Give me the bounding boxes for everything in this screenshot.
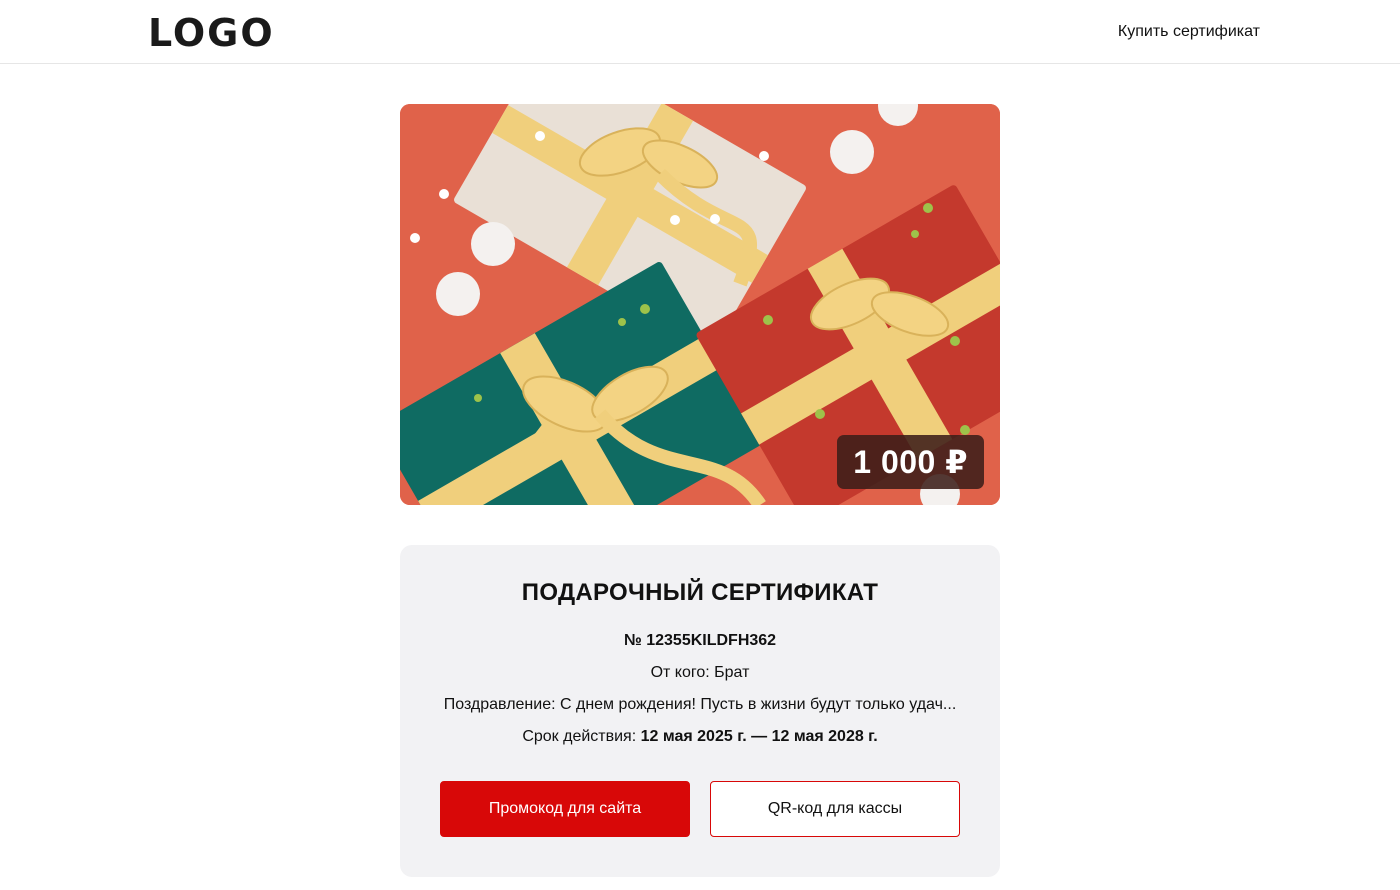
certificate-card: ПОДАРОЧНЫЙ СЕРТИФИКАТ № 12355KILDFH362 О… — [400, 545, 1000, 877]
promo-code-button[interactable]: Промокод для сайта — [440, 781, 690, 837]
certificate-title: ПОДАРОЧНЫЙ СЕРТИФИКАТ — [521, 579, 879, 606]
logo[interactable]: LOGO — [148, 12, 275, 54]
certificate-number: № 12355KILDFH362 — [623, 632, 777, 649]
gift-card-image: 1 000 ₽ — [400, 104, 1000, 505]
certificate-greeting: Поздравление: С днем рождения! Пусть в ж… — [443, 696, 957, 713]
validity-label: Срок действия: — [522, 728, 641, 745]
buy-certificate-link[interactable]: Купить сертификат — [1118, 21, 1260, 43]
validity-dates: 12 мая 2025 г. — 12 мая 2028 г. — [640, 728, 878, 745]
price-badge: 1 000 ₽ — [837, 435, 984, 489]
certificate-validity: Срок действия: 12 мая 2025 г. — 12 мая 2… — [400, 726, 1000, 748]
qr-code-button[interactable]: QR-код для кассы — [710, 781, 960, 837]
certificate-from: От кого: Брат — [650, 664, 750, 681]
top-bar: LOGO Купить сертификат — [0, 0, 1400, 64]
